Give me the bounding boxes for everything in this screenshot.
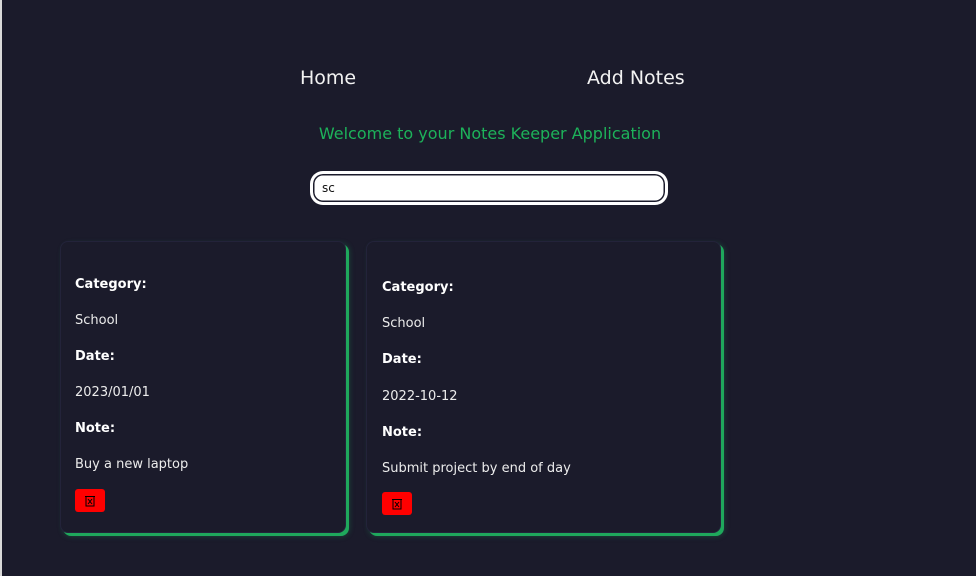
date-value: 2023/01/01 <box>75 385 150 400</box>
category-value: School <box>75 313 119 328</box>
note-text: Buy a new laptop <box>75 457 189 472</box>
category-label: Category: <box>382 280 454 295</box>
delete-note-button[interactable] <box>382 492 412 515</box>
search-input[interactable] <box>311 172 667 204</box>
date-label: Date: <box>382 352 422 367</box>
welcome-message: Welcome to your Notes Keeper Application <box>318 124 662 143</box>
nav-add-notes-link[interactable]: Add Notes <box>587 66 685 90</box>
window-edge <box>0 0 2 576</box>
note-card: Category: School Date: 2022-10-12 Note: … <box>366 241 721 533</box>
category-value: School <box>382 316 426 331</box>
note-label: Note: <box>382 425 423 440</box>
nav-home-link[interactable]: Home <box>300 66 356 90</box>
note-label: Note: <box>75 421 116 436</box>
trash-icon <box>85 495 95 506</box>
category-label: Category: <box>75 277 147 292</box>
note-text: Submit project by end of day <box>382 461 571 476</box>
delete-note-button[interactable] <box>75 489 105 512</box>
note-card: Category: School Date: 2023/01/01 Note: … <box>60 241 346 533</box>
trash-icon <box>392 498 402 509</box>
date-label: Date: <box>75 349 115 364</box>
date-value: 2022-10-12 <box>382 389 458 404</box>
